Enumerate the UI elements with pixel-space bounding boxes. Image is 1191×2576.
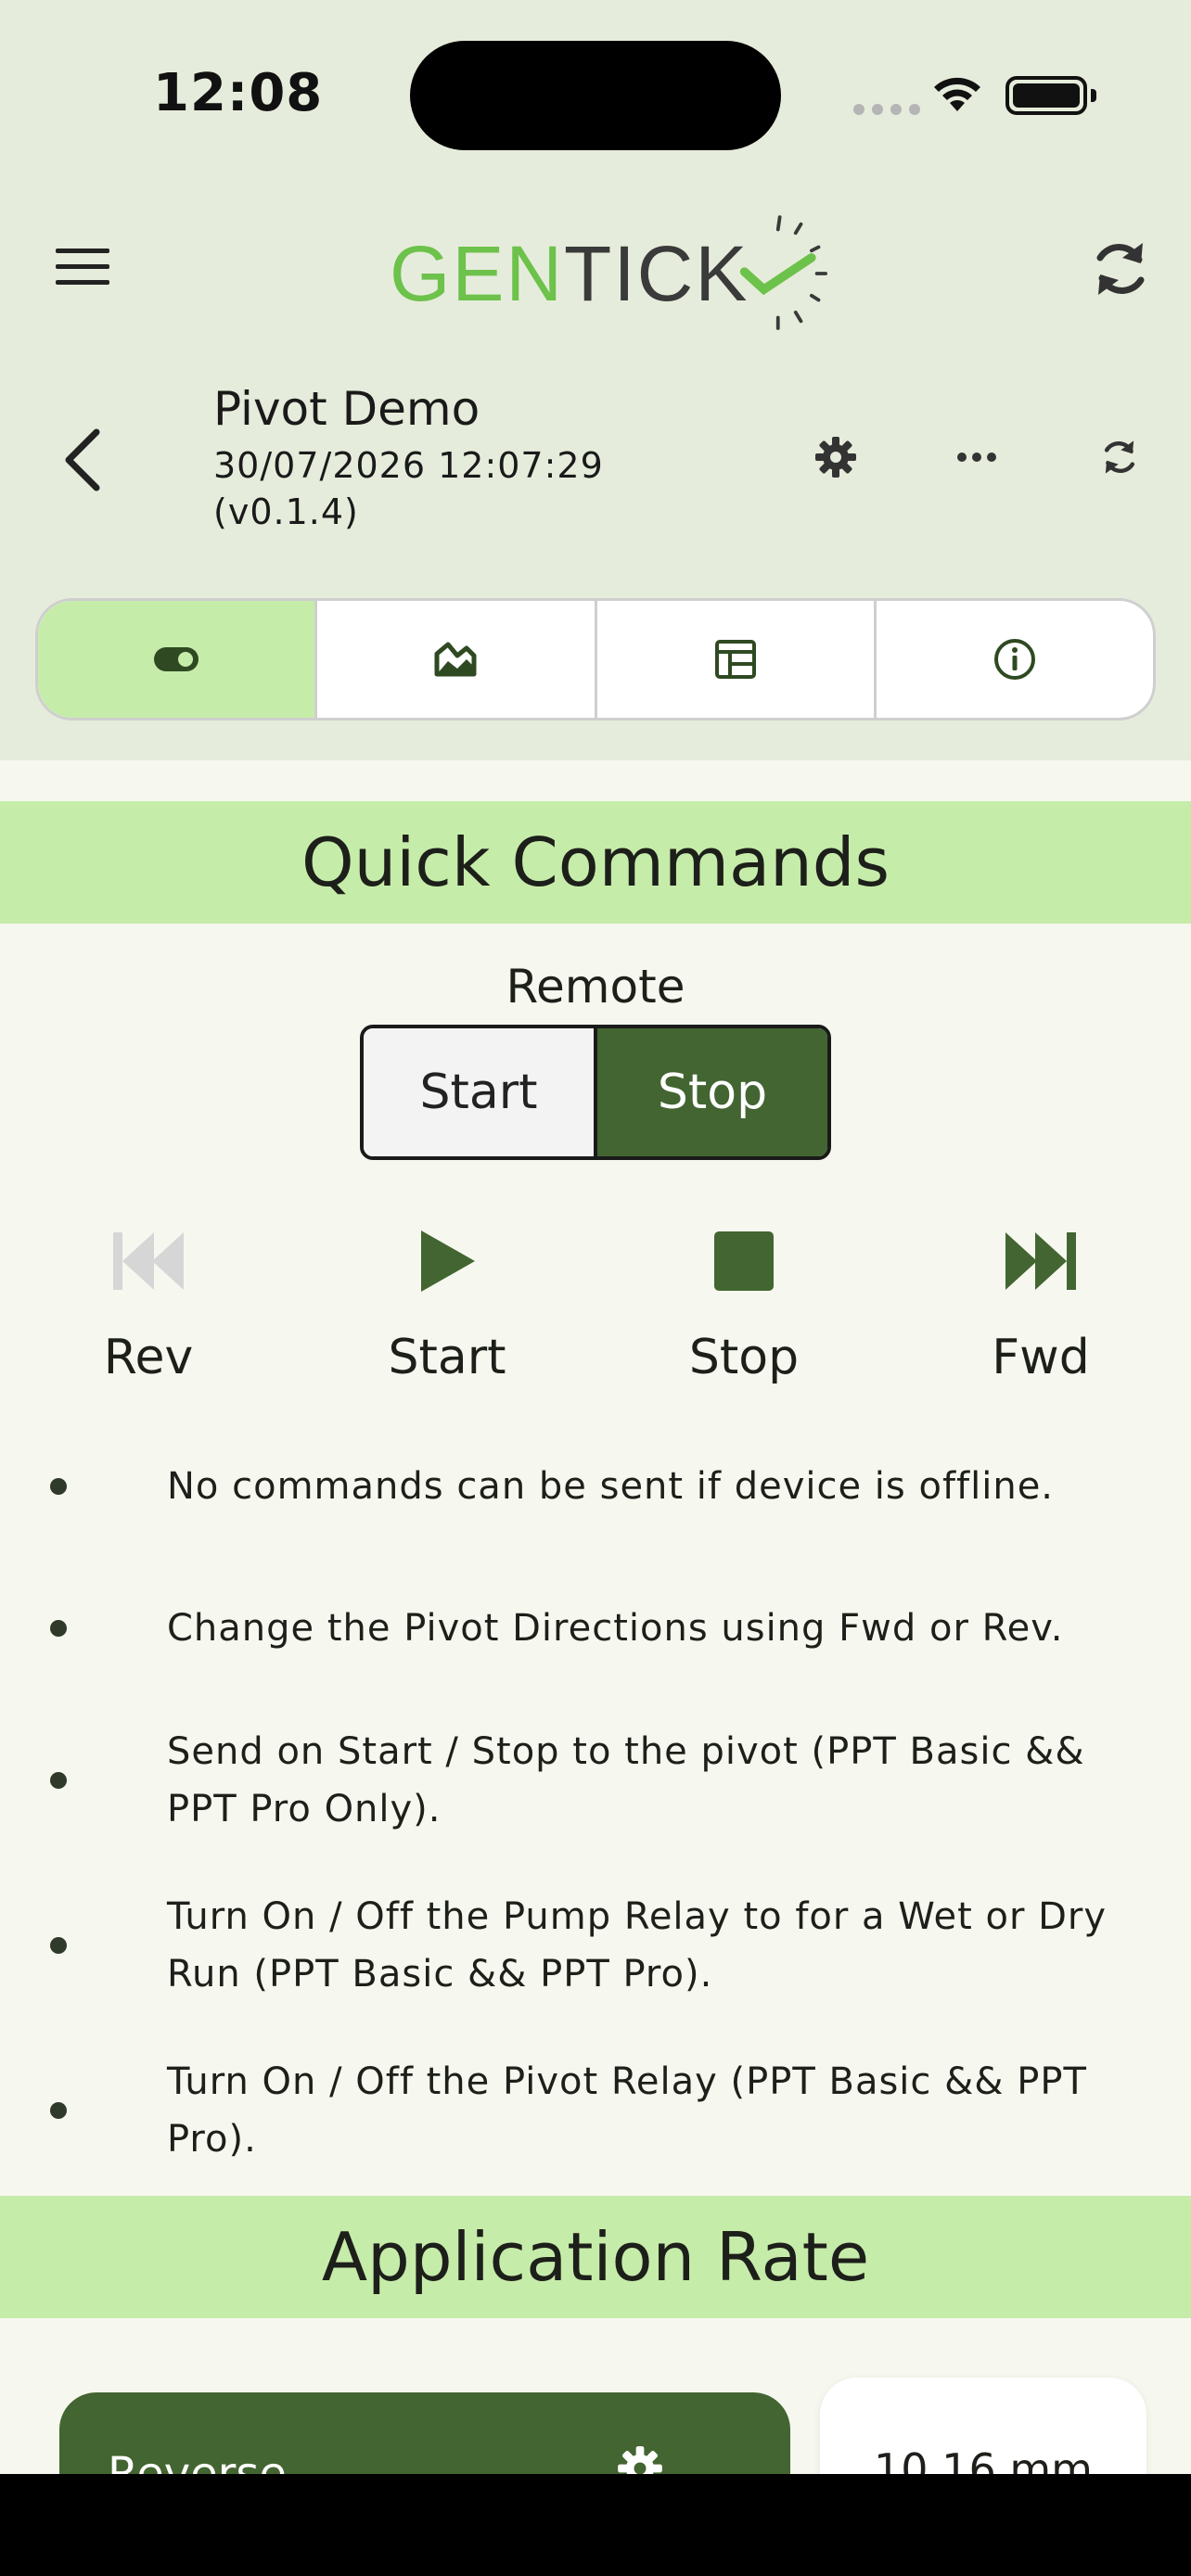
wifi-icon <box>934 77 980 111</box>
remote-start-button[interactable]: Start <box>364 1028 597 1156</box>
list-item: No commands can be sent if device is off… <box>0 1458 1191 1515</box>
fwd-button[interactable]: Fwd <box>939 1215 1143 1385</box>
fwd-label: Fwd <box>992 1330 1090 1385</box>
list-item: Send on Start / Stop to the pivot (PPT B… <box>0 1723 1191 1838</box>
more-options-button[interactable] <box>944 425 1009 490</box>
more-horizontal-icon <box>957 453 996 462</box>
sync-icon[interactable] <box>1085 234 1156 304</box>
list-item: Turn On / Off the Pivot Relay (PPT Basic… <box>0 2053 1191 2168</box>
start-label: Start <box>388 1330 506 1385</box>
info-icon <box>993 639 1035 680</box>
bullet <box>50 2102 67 2119</box>
landscape-chart-icon <box>434 642 477 677</box>
toggle-icon <box>154 647 199 671</box>
bullet <box>50 1772 67 1789</box>
skip-back-icon <box>113 1232 184 1290</box>
tab-table[interactable] <box>597 601 877 718</box>
note-text: Turn On / Off the Pump Relay to for a We… <box>167 1895 1108 1996</box>
bottom-bar <box>0 2474 1191 2576</box>
tab-charts[interactable] <box>317 601 597 718</box>
list-item: Change the Pivot Directions using Fwd or… <box>0 1600 1191 1657</box>
rev-button[interactable]: Rev <box>46 1215 250 1385</box>
gentick-logo: GEN TICK <box>390 204 835 343</box>
bullet <box>50 1620 67 1637</box>
stop-icon <box>714 1231 774 1291</box>
tab-bar <box>35 598 1156 721</box>
status-bar: 12:08 <box>0 0 1191 185</box>
stop-button[interactable]: Stop <box>642 1215 846 1385</box>
rev-label: Rev <box>103 1330 194 1385</box>
back-arrow-icon[interactable] <box>52 423 117 497</box>
quick-commands-header: Quick Commands <box>0 801 1191 924</box>
device-timestamp: 30/07/2026 12:07:29 <box>213 445 604 486</box>
cellular-signal-icon <box>853 104 920 115</box>
menu-button[interactable] <box>46 241 121 297</box>
logo-tick-text: TICK <box>564 229 749 317</box>
status-time: 12:08 <box>153 63 324 123</box>
sync-icon <box>1104 440 1135 474</box>
dynamic-island <box>410 41 781 150</box>
stop-label: Stop <box>688 1330 800 1385</box>
settings-button[interactable] <box>803 425 868 490</box>
remote-stop-button[interactable]: Stop <box>597 1028 827 1156</box>
logo-check-clock-icon <box>740 215 828 330</box>
app-bar: GEN TICK <box>0 185 1191 343</box>
table-icon <box>714 640 756 679</box>
remote-toggle: Start Stop <box>360 1025 831 1160</box>
play-icon <box>421 1231 475 1292</box>
note-text: No commands can be sent if device is off… <box>167 1465 1055 1508</box>
tab-info[interactable] <box>877 601 1153 718</box>
device-sync-button[interactable] <box>1087 425 1152 490</box>
battery-icon <box>1005 76 1096 115</box>
menu-icon <box>56 249 109 253</box>
note-text: Turn On / Off the Pivot Relay (PPT Basic… <box>167 2060 1087 2161</box>
logo-gen-text: GEN <box>390 229 565 317</box>
note-text: Change the Pivot Directions using Fwd or… <box>167 1607 1064 1650</box>
device-header: Pivot Demo 30/07/2026 12:07:29 (v0.1.4) <box>0 371 1191 547</box>
list-item: Turn On / Off the Pump Relay to for a We… <box>0 1888 1191 2003</box>
start-button[interactable]: Start <box>345 1215 549 1385</box>
skip-forward-icon <box>1005 1232 1076 1290</box>
gear-icon <box>815 437 856 478</box>
bullet <box>50 1937 67 1954</box>
note-text: Send on Start / Stop to the pivot (PPT B… <box>167 1730 1085 1830</box>
device-name: Pivot Demo <box>213 382 480 436</box>
bullet <box>50 1478 67 1495</box>
remote-label: Remote <box>506 960 685 1014</box>
application-rate-header: Application Rate <box>0 2196 1191 2318</box>
tab-controls[interactable] <box>38 601 318 718</box>
device-version: (v0.1.4) <box>213 491 359 532</box>
